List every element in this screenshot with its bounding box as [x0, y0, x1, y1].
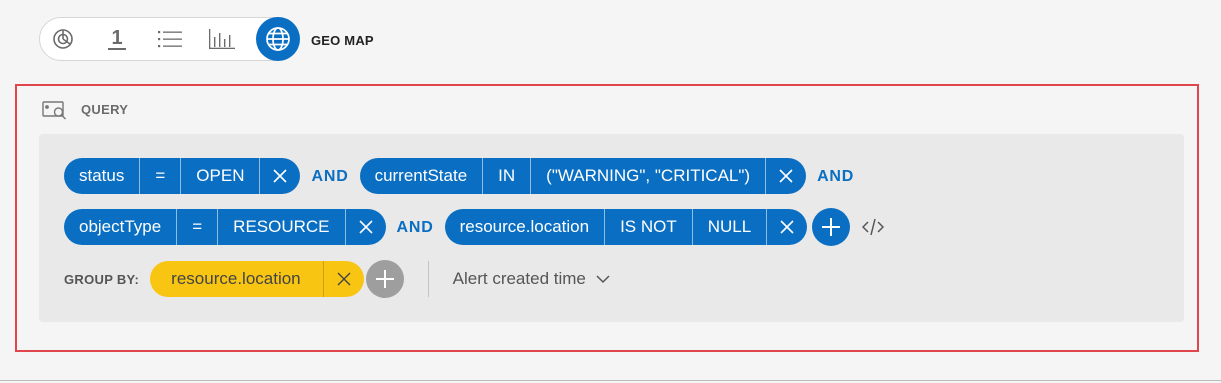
query-row: status = OPEN AND currentState IN ("WARN… — [64, 158, 865, 194]
time-field-label: Alert created time — [452, 269, 586, 288]
code-view-icon[interactable] — [862, 217, 885, 237]
close-icon — [780, 220, 794, 234]
pie-chart-icon[interactable] — [42, 18, 84, 60]
close-icon — [273, 169, 288, 183]
conjunction-label: AND — [396, 219, 434, 236]
condition-chip[interactable]: status = OPEN — [64, 158, 301, 194]
close-icon — [358, 220, 373, 234]
condition-operator[interactable]: IN — [482, 158, 530, 194]
time-field-dropdown[interactable]: Alert created time — [453, 269, 610, 289]
condition-value[interactable]: RESOURCE — [217, 209, 344, 245]
condition-chip[interactable]: currentState IN ("WARNING", "CRITICAL") — [359, 158, 807, 194]
plus-icon — [822, 218, 841, 236]
condition-field[interactable]: currentState — [360, 158, 483, 194]
remove-condition-button[interactable] — [259, 158, 300, 194]
query-builder: status = OPEN AND currentState IN ("WARN… — [39, 134, 1184, 322]
remove-condition-button[interactable] — [765, 158, 806, 194]
query-row: objectType = RESOURCE AND resource.locat… — [64, 208, 885, 246]
query-search-icon — [42, 100, 68, 125]
plus-icon — [375, 270, 394, 288]
remove-group-by-button[interactable] — [322, 261, 364, 297]
close-icon — [779, 169, 793, 183]
condition-chip[interactable]: resource.location IS NOT NULL — [444, 209, 808, 245]
bar-chart-icon[interactable] — [201, 18, 243, 60]
remove-condition-button[interactable] — [766, 209, 807, 245]
chevron-down-icon — [596, 274, 610, 283]
close-icon — [337, 272, 351, 286]
group-by-field[interactable]: resource.location — [150, 261, 322, 297]
group-by-label: GROUP BY: — [64, 271, 140, 287]
single-number-icon[interactable]: 1 — [96, 18, 138, 60]
query-panel: QUERY status = OPEN AND currentState IN … — [15, 84, 1199, 352]
add-group-by-button[interactable] — [365, 260, 404, 298]
conjunction-label: AND — [817, 168, 855, 185]
divider — [0, 380, 1221, 381]
condition-field[interactable]: status — [64, 158, 139, 194]
remove-condition-button[interactable] — [344, 209, 386, 245]
condition-field[interactable]: objectType — [64, 209, 176, 245]
globe-icon[interactable] — [256, 17, 300, 61]
conjunction-label: AND — [311, 168, 349, 185]
condition-value[interactable]: ("WARNING", "CRITICAL") — [530, 158, 765, 194]
condition-operator[interactable]: = — [139, 158, 180, 194]
condition-operator[interactable]: = — [176, 209, 217, 245]
condition-operator[interactable]: IS NOT — [604, 209, 692, 245]
selected-viz-label: GEO MAP — [311, 33, 374, 48]
query-title: QUERY — [81, 102, 129, 117]
viz-type-toolbar: 1 — [39, 17, 300, 61]
list-icon[interactable] — [149, 18, 191, 60]
divider — [427, 261, 429, 297]
condition-value[interactable]: OPEN — [180, 158, 259, 194]
group-by-row: GROUP BY: resource.location Alert create… — [64, 260, 610, 298]
group-by-chip[interactable]: resource.location — [150, 261, 364, 297]
single-number-text: 1 — [108, 28, 126, 50]
condition-field[interactable]: resource.location — [445, 209, 604, 245]
add-condition-button[interactable] — [812, 208, 851, 246]
condition-value[interactable]: NULL — [691, 209, 766, 245]
condition-chip[interactable]: objectType = RESOURCE — [64, 209, 386, 245]
